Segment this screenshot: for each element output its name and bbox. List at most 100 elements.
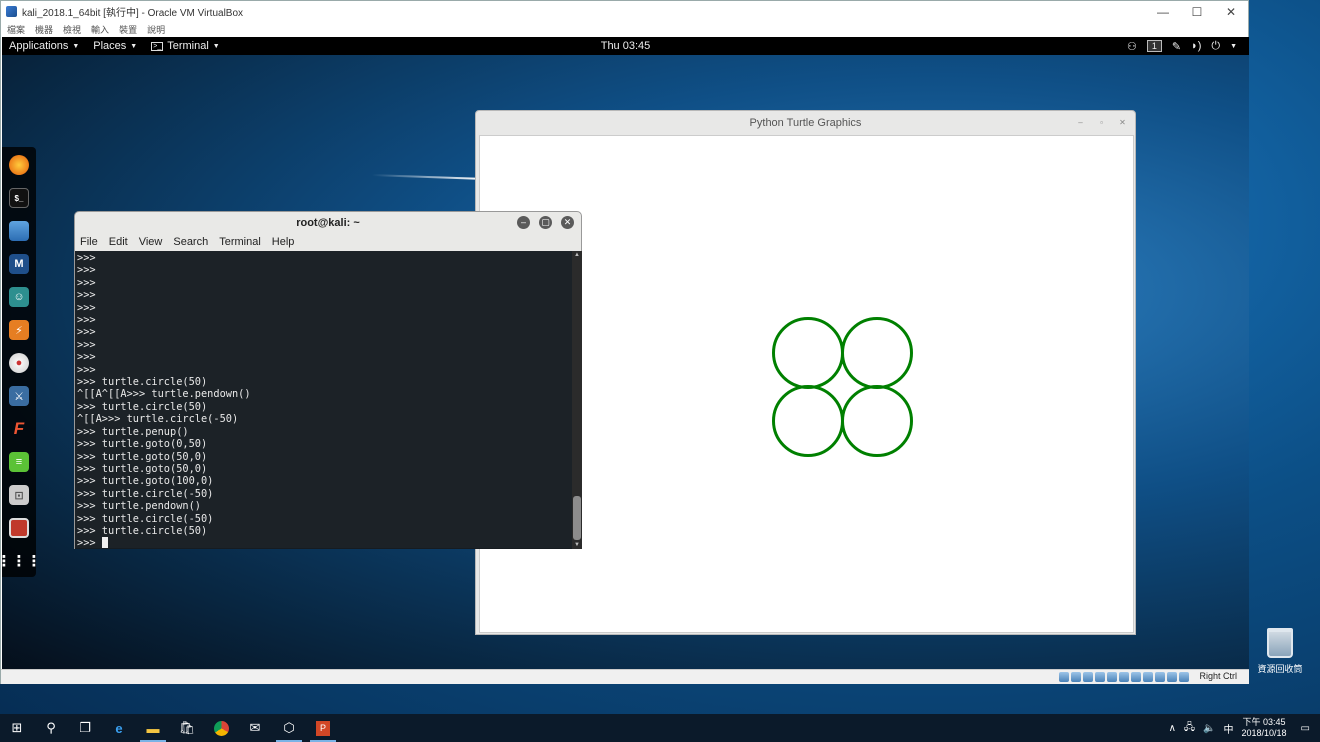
keyboard-icon[interactable] [1179,672,1189,682]
terminal-menu-view[interactable]: View [139,236,163,248]
mouse-integration-icon[interactable] [1167,672,1177,682]
terminal-line: >>> turtle.circle(50) [77,524,208,537]
terminal-output[interactable]: >>> >>> >>> >>> >>> >>> >>> >>> >>> >>> >>> turtle… [75,251,572,549]
maltego-icon[interactable]: ● [9,353,29,373]
beef-icon[interactable]: ⚔ [9,386,29,406]
terminal-menu-file[interactable]: File [80,236,98,248]
recycle-bin[interactable]: 資源回收筒 [1256,628,1304,675]
terminal-small-icon: >_ [151,41,164,51]
task-view-icon[interactable]: ❐ [68,714,102,742]
chevron-down-icon[interactable]: ▼ [1230,43,1237,50]
chevron-down-icon: ▼ [212,42,220,50]
armitage-icon[interactable]: ☺ [9,287,29,307]
power-icon[interactable]: ⏻ [1211,40,1220,53]
vbox-menu-devices[interactable]: 裝置 [119,23,137,36]
vbox-menu-view[interactable]: 檢視 [63,23,81,36]
terminal-icon[interactable]: $_ [9,188,29,208]
audio-icon[interactable] [1083,672,1093,682]
applications-menu[interactable]: Applications ▼ [2,40,86,52]
files-icon[interactable] [9,221,29,241]
search-icon[interactable]: ⚲ [34,714,68,742]
network-icon[interactable]: 🖧 [1184,720,1195,737]
taskbar-clock[interactable]: 下午 03:45 2018/10/18 [1242,717,1287,739]
scrollbar-thumb[interactable] [573,496,581,540]
vbox-menu-machine[interactable]: 機器 [35,23,53,36]
edge-icon[interactable]: e [102,714,136,742]
hard-disk-icon[interactable] [1059,672,1069,682]
network-icon[interactable]: ⚇ [1127,40,1137,53]
turtle-titlebar[interactable]: Python Turtle Graphics – ▫ ✕ [476,111,1135,135]
show-apps-icon[interactable]: ⋮⋮⋮ [2,551,42,571]
virtualbox-icon[interactable]: ⬡ [272,714,306,742]
vbox-menu-input[interactable]: 輸入 [91,23,109,36]
volume-icon[interactable]: 🔈 [1203,723,1215,734]
terminal-menu-edit[interactable]: Edit [109,236,128,248]
vbox-titlebar[interactable]: kali_2018.1_64bit [執行中] - Oracle VM Virt… [1,1,1248,22]
turtle-window-title: Python Turtle Graphics [749,117,862,129]
places-menu-label: Places [93,40,127,52]
cherrytree-icon[interactable]: ⊡ [9,485,29,505]
terminal-line: >>> [77,289,96,302]
vbox-title: kali_2018.1_64bit [執行中] - Oracle VM Virt… [22,8,244,19]
terminal-menu-terminal[interactable]: Terminal [219,236,261,248]
burpsuite-icon[interactable]: ⚡ [9,320,29,340]
pen-icon[interactable]: ✎ [1172,40,1181,53]
leafpad-icon[interactable]: ≡ [9,452,29,472]
vbox-close-button[interactable]: ✕ [1214,5,1248,19]
terminal-line: >>> [77,363,96,376]
terminal-line: >>> turtle.circle(-50) [77,512,214,525]
file-explorer-icon[interactable]: ▬ [136,714,170,742]
terminal-line: >>> turtle.goto(50,0) [77,462,208,475]
store-icon[interactable]: 🛍 [170,714,204,742]
maximize-icon[interactable]: ▫ [1095,116,1108,129]
shared-folders-icon[interactable] [1119,672,1129,682]
kali-dock: $_ M ☺ ⚡ ● ⚔ F ≡ ⊡ ⋮⋮⋮ [2,147,42,577]
vbox-maximize-button[interactable]: ☐ [1180,5,1214,19]
places-menu[interactable]: Places ▼ [86,40,144,52]
terminal-app-menu[interactable]: >_ Terminal ▼ [144,40,227,52]
network-adapter-icon[interactable] [1095,672,1105,682]
terminal-line: >>> [77,338,96,351]
terminal-window: root@kali: ~ – ▢ ✕ File Edit View Search… [74,211,582,549]
powerpoint-icon[interactable]: P [306,714,340,742]
vbox-statusbar: Right Ctrl [1,669,1249,684]
vbox-menu-file[interactable]: 檔案 [7,23,25,36]
vbox-minimize-button[interactable]: — [1146,5,1180,19]
minimize-icon[interactable]: – [1074,116,1087,129]
app-icon[interactable] [9,518,29,538]
display-icon[interactable] [1131,672,1141,682]
firefox-icon[interactable] [9,155,29,175]
close-icon[interactable]: ✕ [1116,116,1129,129]
start-icon[interactable]: ⊞ [0,714,34,742]
metasploit-icon[interactable]: M [9,254,29,274]
notification-icon[interactable]: ▭ [1301,723,1310,734]
turtle-circle-top-right [841,317,913,389]
mail-icon[interactable]: ✉ [238,714,272,742]
terminal-scrollbar[interactable]: ▲ ▼ [572,251,582,549]
volume-icon[interactable]: ◗) [1191,40,1201,52]
virtualization-icon[interactable] [1155,672,1165,682]
ime-indicator[interactable]: 中 [1224,721,1234,736]
minimize-icon[interactable]: – [517,216,530,229]
chevron-up-icon[interactable]: ∧ [1169,723,1176,734]
terminal-menu-search[interactable]: Search [173,236,208,248]
terminal-menu-help[interactable]: Help [272,236,295,248]
close-icon[interactable]: ✕ [561,216,574,229]
vbox-menu-help[interactable]: 說明 [147,23,165,36]
workspace-indicator[interactable]: 1 [1146,40,1162,52]
scroll-down-icon[interactable]: ▼ [572,542,582,548]
scroll-up-icon[interactable]: ▲ [572,252,582,258]
virtualbox-app-icon [6,6,17,17]
terminal-cursor [101,537,108,549]
vbox-device-icons [1059,672,1189,682]
terminal-titlebar[interactable]: root@kali: ~ – ▢ ✕ [75,212,581,233]
recycle-bin-label: 資源回收筒 [1257,664,1303,674]
usb-icon[interactable] [1107,672,1117,682]
optical-drive-icon[interactable] [1071,672,1081,682]
terminal-line: >>> [77,326,96,339]
maximize-icon[interactable]: ▢ [539,216,552,229]
faraday-icon[interactable]: F [9,419,29,439]
windows-taskbar: ⊞ ⚲ ❐ e ▬ 🛍 ✉ ⬡ P ∧ 🖧 🔈 中 下午 03:45 2018/… [0,714,1320,742]
video-capture-icon[interactable] [1143,672,1153,682]
chrome-icon[interactable] [204,714,238,742]
